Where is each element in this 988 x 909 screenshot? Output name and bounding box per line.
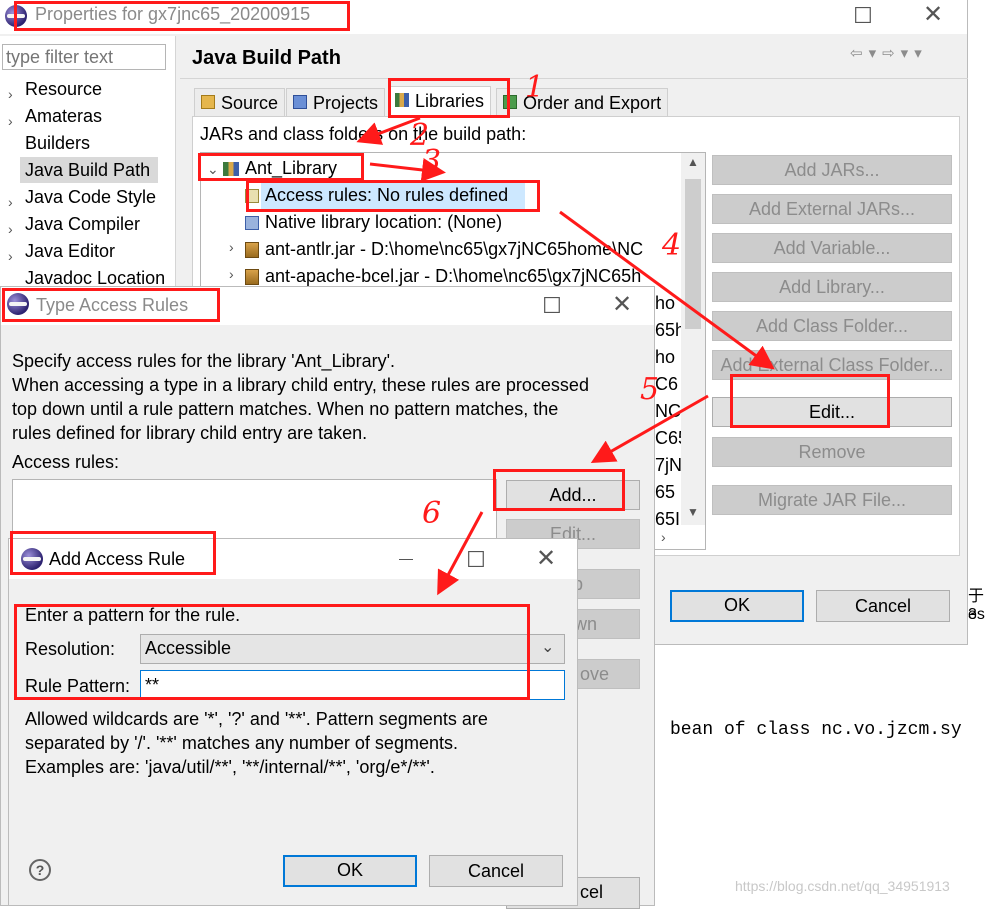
arrow: [437, 511, 484, 596]
arrow: [559, 210, 775, 370]
arrow: [356, 116, 421, 145]
arrow: [369, 158, 446, 182]
annotation-arrows: [356, 116, 775, 596]
arrow: [590, 394, 709, 463]
